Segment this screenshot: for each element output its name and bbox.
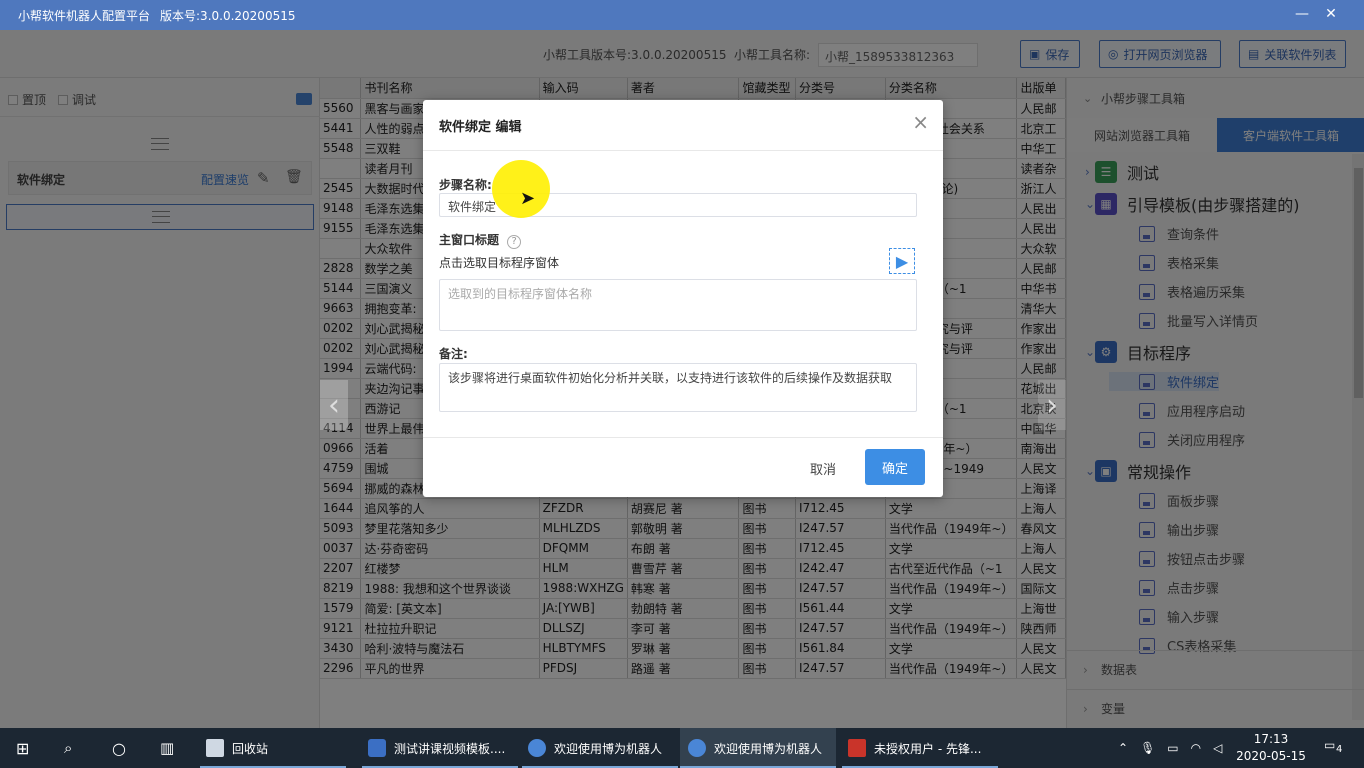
window-picker-icon[interactable]: ▶ xyxy=(889,248,915,274)
search-icon[interactable]: ⌕ xyxy=(64,728,72,768)
wifi-icon[interactable]: ◠ xyxy=(1191,741,1201,755)
divider xyxy=(423,437,943,438)
volume-icon[interactable]: ◁ xyxy=(1213,741,1222,755)
taskbar-app-pioneer[interactable]: 未授权用户 - 先锋... xyxy=(842,728,998,768)
software-binding-dialog: 软件绑定 编辑 × 步骤名称: 软件绑定 主窗口标题 ? 点击选取目标程序窗体 … xyxy=(423,100,943,497)
clock[interactable]: 17:13 2020-05-15 xyxy=(1236,731,1306,765)
app-icon xyxy=(848,739,866,757)
windows-start-icon[interactable]: ⊞ xyxy=(16,728,29,768)
battery-icon[interactable]: ▭ xyxy=(1167,741,1178,755)
window-name-textarea[interactable]: 选取到的目标程序窗体名称 xyxy=(439,279,917,331)
taskbar-app-robot-2[interactable]: 欢迎使用博为机器人 xyxy=(680,728,836,768)
prev-arrow-icon[interactable]: ‹ xyxy=(320,380,348,430)
taskbar: ⊞ ⌕ ○ ▥ 回收站 测试讲课视频模板.... 欢迎使用博为机器人 欢迎使用博… xyxy=(0,728,1364,768)
pick-window-hint: 点击选取目标程序窗体 xyxy=(439,256,560,270)
minimize-icon[interactable]: — xyxy=(1291,4,1313,24)
main-window-title-label: 主窗口标题 ? xyxy=(439,231,522,249)
note-label: 备注: xyxy=(439,347,468,361)
dialog-title: 软件绑定 编辑 xyxy=(439,120,522,135)
title-bar: 小帮软件机器人配置平台 版本号:3.0.0.20200515 — ✕ xyxy=(0,0,1364,30)
microphone-icon[interactable]: 🎙 xyxy=(1140,741,1155,755)
app-icon xyxy=(368,739,386,757)
mouse-cursor-icon: ➤ xyxy=(520,188,536,209)
divider xyxy=(423,150,943,151)
taskbar-app-video[interactable]: 测试讲课视频模板.... xyxy=(362,728,518,768)
next-arrow-icon[interactable]: › xyxy=(1038,380,1066,430)
app-title: 小帮软件机器人配置平台 xyxy=(18,8,151,23)
note-textarea[interactable]: 该步骤将进行桌面软件初始化分析并关联，以支持进行该软件的后续操作及数据获取 xyxy=(439,363,917,412)
taskbar-recycle-bin[interactable]: 回收站 xyxy=(200,728,346,768)
close-icon[interactable]: × xyxy=(912,110,929,134)
app-version: 版本号:3.0.0.20200515 xyxy=(160,8,296,23)
step-name-label: 步骤名称: xyxy=(439,178,492,192)
robot-icon xyxy=(688,739,706,757)
recycle-bin-icon xyxy=(206,739,224,757)
close-window-icon[interactable]: ✕ xyxy=(1320,4,1342,24)
cortana-icon[interactable]: ○ xyxy=(112,728,126,768)
help-icon[interactable]: ? xyxy=(507,235,522,249)
chevron-up-icon[interactable]: ⌃ xyxy=(1118,741,1128,755)
taskbar-app-robot-1[interactable]: 欢迎使用博为机器人 xyxy=(522,728,678,768)
system-tray: ⌃ 🎙 ▭ ◠ ◁ xyxy=(1118,728,1222,768)
task-view-icon[interactable]: ▥ xyxy=(160,728,174,768)
notification-icon[interactable]: ▭ 4 xyxy=(1324,738,1344,758)
robot-icon xyxy=(528,739,546,757)
cancel-button[interactable]: 取消 xyxy=(797,452,849,484)
confirm-button[interactable]: 确定 xyxy=(865,449,925,485)
